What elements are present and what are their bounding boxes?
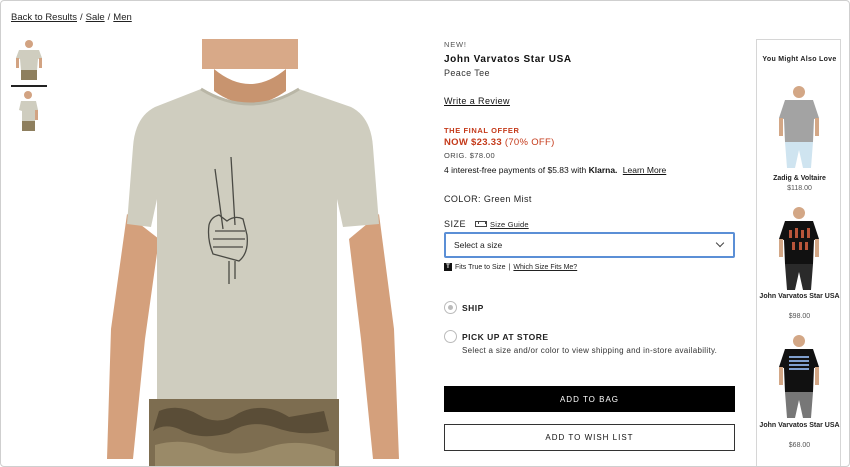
ship-label[interactable]: SHIP (462, 303, 484, 313)
size-select-placeholder: Select a size (454, 240, 503, 250)
size-select[interactable]: Select a size (444, 232, 735, 258)
chevron-down-icon (715, 238, 725, 248)
breadcrumb-separator: / (107, 12, 111, 23)
ruler-icon (475, 221, 488, 227)
color-row: COLOR: Green Mist (444, 194, 532, 204)
write-review-link[interactable]: Write a Review (444, 96, 510, 106)
sale-price: NOW $23.33 (70% OFF) (444, 137, 555, 148)
product-thumbnail-front[interactable] (12, 38, 46, 84)
klarna-learn-more-link[interactable]: Learn More (623, 165, 666, 175)
which-size-fits-link[interactable]: Which Size Fits Me? (513, 264, 577, 271)
pickup-label[interactable]: PICK UP AT STORE (462, 332, 549, 342)
klarna-installments: 4 interest-free payments of $5.83 with K… (444, 165, 666, 175)
original-price: ORIG. $78.00 (444, 151, 496, 160)
recommendation-price-1: $118.00 (787, 185, 812, 192)
new-badge: NEW! (444, 40, 467, 49)
recommendation-image-2[interactable] (773, 206, 825, 290)
recommendation-image-3[interactable] (773, 334, 825, 418)
klarna-logo: Klarna. (588, 165, 618, 175)
final-offer-label: THE FINAL OFFER (444, 126, 520, 135)
klarna-text: 4 interest-free payments of $5.83 with (444, 165, 587, 175)
recommendations-rail: You Might Also Love Zadig & Voltaire $11… (756, 39, 842, 466)
breadcrumb-sale-link[interactable]: Sale (86, 12, 105, 23)
recommendation-brand-3[interactable]: John Varvatos Star USA (757, 421, 842, 431)
recommendation-brand-1[interactable]: Zadig & Voltaire (757, 174, 842, 184)
size-row: SIZE Size Guide (444, 219, 529, 229)
color-value: Green Mist (483, 194, 532, 204)
breadcrumb-separator: / (80, 12, 83, 23)
pickup-radio[interactable] (444, 330, 457, 343)
size-guide-text: Size Guide (490, 219, 529, 229)
thumbnail-active-indicator (11, 85, 47, 87)
recommendation-price-3: $68.00 (788, 442, 811, 449)
breadcrumb: Back to Results / Sale / Men (11, 12, 132, 23)
recommendation-brand-2[interactable]: John Varvatos Star USA (757, 292, 842, 302)
discount-percent: (70% OFF) (504, 137, 555, 148)
pickup-description: Select a size and/or color to view shipp… (462, 346, 718, 355)
product-name: John Varvatos Star USA (444, 54, 572, 65)
recommendation-image-1[interactable] (773, 84, 825, 168)
page-frame: Back to Results / Sale / Men NEW! John V… (0, 0, 850, 467)
product-thumbnail-side[interactable] (12, 89, 46, 135)
add-to-bag-button[interactable]: ADD TO BAG (444, 386, 735, 412)
size-label: SIZE (444, 219, 467, 229)
product-subtitle: Peace Tee (444, 68, 490, 78)
recommendation-price-2: $98.00 (788, 313, 811, 320)
color-label: COLOR: (444, 194, 481, 204)
size-guide-link[interactable]: Size Guide (475, 220, 529, 229)
now-price-value: NOW $23.33 (444, 137, 502, 148)
product-main-image (89, 39, 422, 466)
recommendations-title: You Might Also Love (762, 56, 837, 63)
fit-row: T Fits True to Size | Which Size Fits Me… (444, 263, 577, 271)
fit-icon: T (444, 263, 452, 271)
fit-divider: | (508, 263, 511, 271)
back-to-results-link[interactable]: Back to Results (11, 12, 77, 23)
breadcrumb-men-link[interactable]: Men (113, 12, 131, 23)
fit-text: Fits True to Size (455, 263, 506, 271)
ship-radio[interactable] (444, 301, 457, 314)
add-to-wish-list-button[interactable]: ADD TO WISH LIST (444, 424, 735, 451)
